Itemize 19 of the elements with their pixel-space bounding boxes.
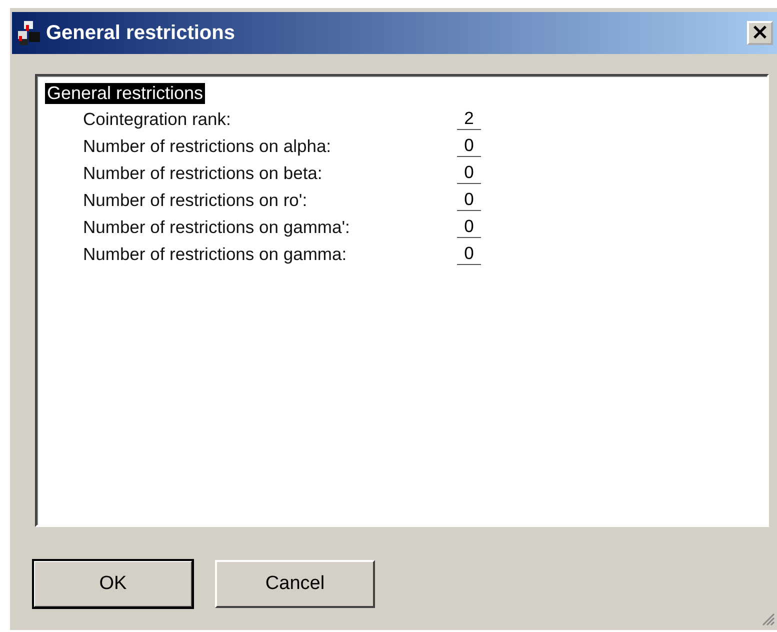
input-field[interactable]: 0 [457,135,481,157]
field-label: Number of restrictions on gamma': [83,216,351,238]
field-label: Number of restrictions on beta: [83,162,324,184]
cubes-icon [16,20,42,46]
input-field[interactable]: 0 [457,243,481,265]
field-label: Number of restrictions on ro': [83,190,308,210]
dialog-button[interactable]: OK [33,560,193,608]
dialog-button[interactable]: Cancel [215,560,375,608]
field-label: Cointegration rank: [83,108,232,130]
close-button[interactable]: × [747,21,773,45]
input-field[interactable]: 2 [457,108,481,130]
input-field[interactable]: 0 [457,216,481,238]
field-label: Number of restrictions on gamma: [83,244,348,264]
group-heading[interactable]: General restrictions [45,83,206,104]
field-label: Number of restrictions on alpha: [83,136,332,156]
input-field[interactable]: 0 [457,162,481,184]
input-field[interactable]: 0 [457,189,481,211]
window-title: General restrictions [46,22,236,44]
resize-grip-icon[interactable] [761,612,775,626]
